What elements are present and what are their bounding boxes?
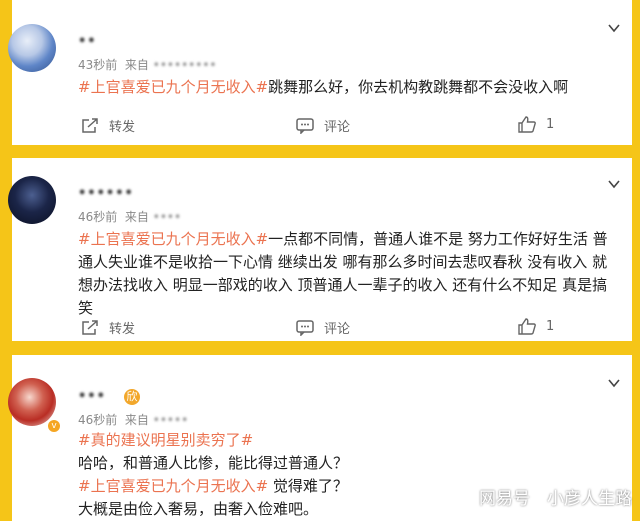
chevron-down-icon[interactable] [608,22,620,34]
post-source-label: 来自 [124,210,149,224]
post-source: ••••••••• [152,58,217,72]
post-meta: 43秒前 来自 ••••••••• [78,56,216,73]
like-count: 1 [546,319,555,334]
comment-text: #上官喜爱已九个月无收入#一点都不同情，普通人谁不是 努力工作好好生活 普通人失… [78,228,618,320]
hashtag-link[interactable]: #真的建议明星别卖穷了# [78,431,253,449]
comment-button[interactable]: 评论 [296,116,350,135]
comment-text: #上官喜爱已九个月无收入#跳舞那么好，你去机构教跳舞都不会没收入啊 [78,76,618,99]
comment-button[interactable]: 评论 [296,318,350,337]
repost-button[interactable]: 转发 [81,318,135,337]
user-name[interactable]: ••• [78,389,106,404]
like-button[interactable]: 1 [518,116,554,133]
comment-icon [296,117,314,134]
comment-label: 评论 [324,120,351,135]
member-badge-icon: 欣 [124,389,140,405]
comment-body: 跳舞那么好，你去机构教跳舞都不会没收入啊 [268,78,569,96]
repost-icon [82,319,98,335]
post-source-label: 来自 [124,58,149,72]
avatar[interactable] [8,378,56,426]
watermark-account: 小彦人生路 [547,489,632,509]
hashtag-link[interactable]: #上官喜爱已九个月无收入# [78,78,268,96]
post-source-label: 来自 [124,413,149,427]
post-meta: 46秒前 来自 •••• [78,208,181,225]
post-time: 43秒前 [78,58,118,72]
repost-button[interactable]: 转发 [81,116,135,135]
post-source: ••••• [152,413,189,427]
repost-label: 转发 [109,120,136,135]
hashtag-link[interactable]: #上官喜爱已九个月无收入# [78,477,268,495]
watermark-divider [538,488,539,505]
watermark: 网易号 小彦人生路 [479,484,632,509]
verified-badge-icon: v [48,420,60,432]
repost-label: 转发 [109,322,136,337]
like-button[interactable]: 1 [518,318,554,335]
avatar[interactable] [8,176,56,224]
post-source: •••• [152,210,182,224]
repost-icon [82,117,98,133]
chevron-down-icon[interactable] [608,178,620,190]
avatar[interactable] [8,24,56,72]
post-time: 46秒前 [78,210,118,224]
comment-line: 觉得难了？ [268,477,348,495]
chevron-down-icon[interactable] [608,377,620,389]
hashtag-link[interactable]: #上官喜爱已九个月无收入# [78,230,268,248]
thumbs-up-icon [518,318,536,335]
post-time: 46秒前 [78,413,118,427]
comment-label: 评论 [324,322,351,337]
comment-line: 哈哈，和普通人比惨，能比得过普通人？ [78,454,349,472]
user-name[interactable]: •••••• [78,186,134,201]
user-name[interactable]: •• [78,34,97,49]
watermark-brand: 网易号 [479,489,530,509]
like-count: 1 [546,117,555,132]
thumbs-up-icon [518,116,536,133]
comment-icon [296,319,314,336]
post-meta: 46秒前 来自 ••••• [78,411,188,428]
